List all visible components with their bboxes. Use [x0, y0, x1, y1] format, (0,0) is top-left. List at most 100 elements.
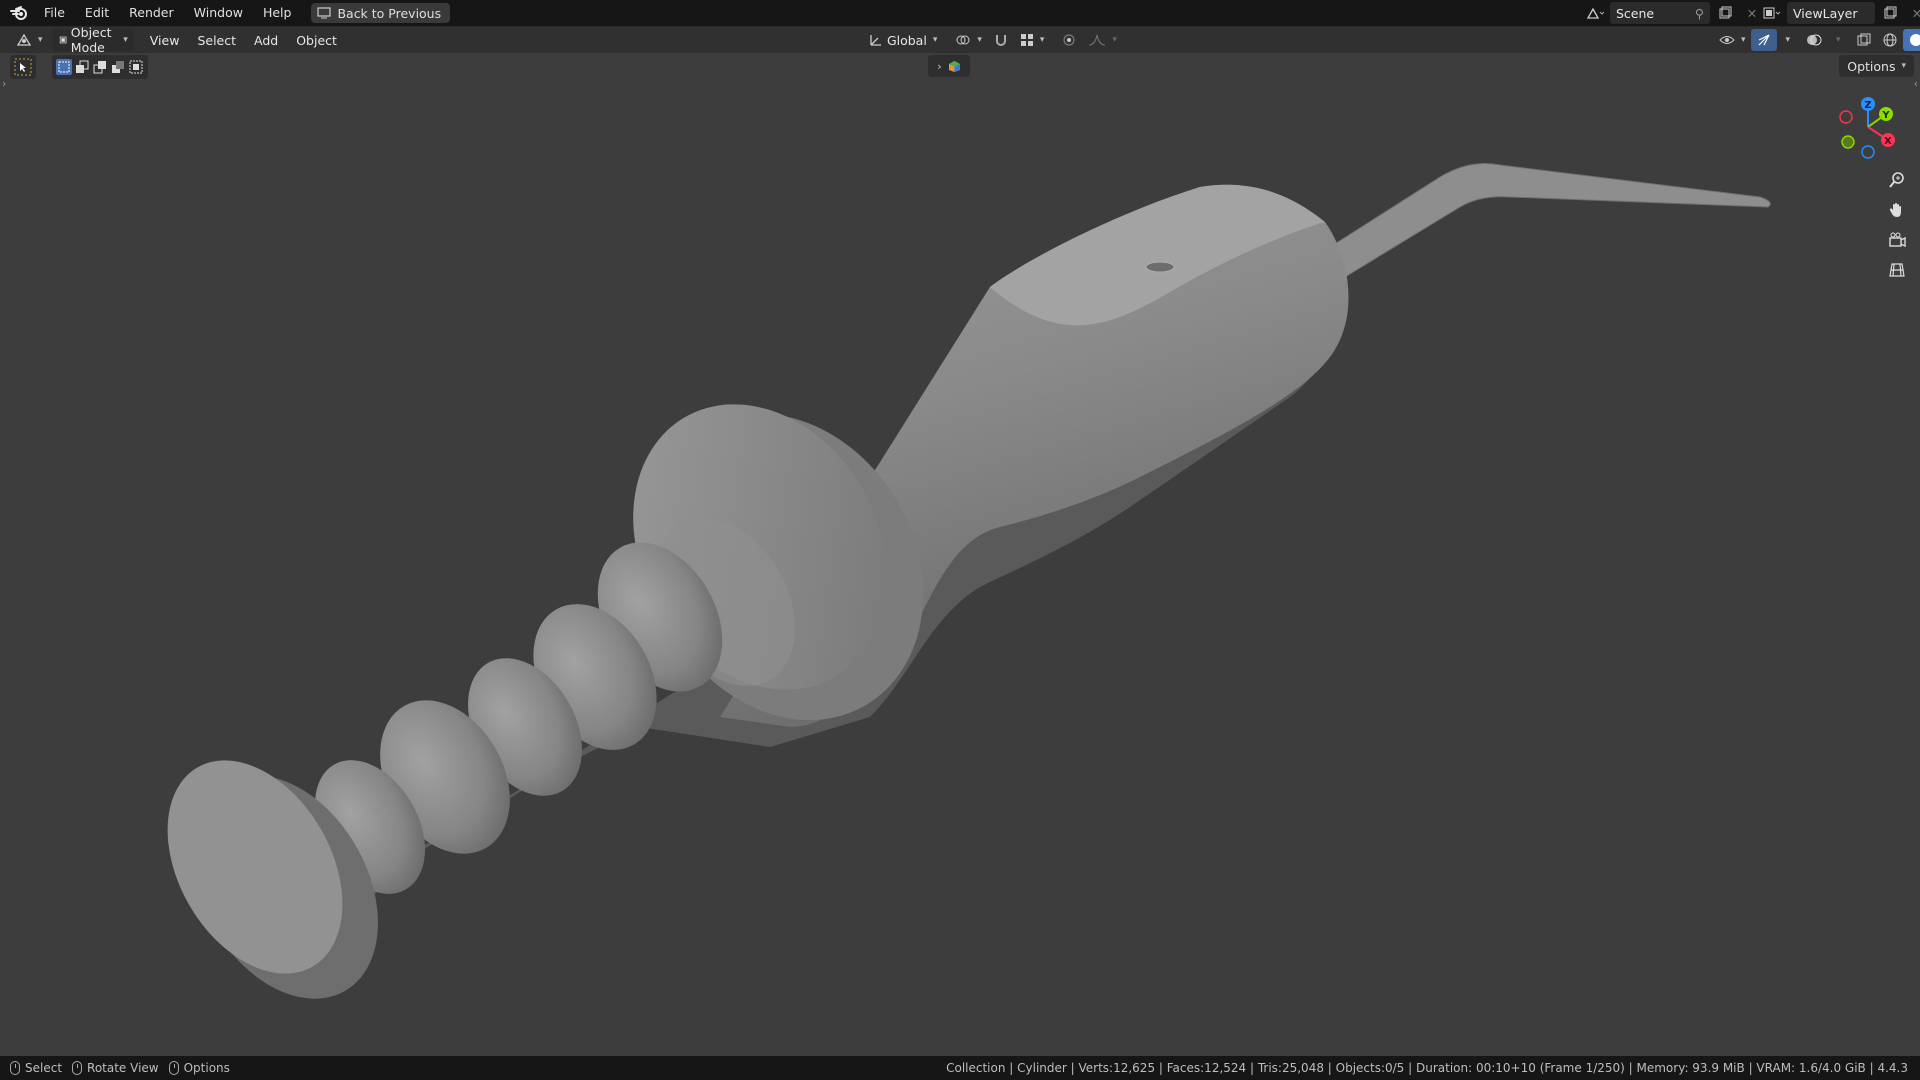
status-bar: Select Rotate View Options Collection | … — [0, 1056, 1920, 1080]
select-invert-icon[interactable] — [110, 59, 126, 75]
select-new-icon[interactable] — [56, 59, 72, 75]
model-rod — [1329, 163, 1771, 278]
model-hole — [1145, 261, 1175, 273]
menu-add[interactable]: Add — [248, 29, 284, 51]
viewport-canvas[interactable] — [0, 27, 1920, 1057]
blender-logo-icon[interactable] — [4, 0, 34, 26]
options-dropdown[interactable]: Options ▾ — [1839, 55, 1914, 77]
active-tool-button[interactable] — [10, 55, 36, 79]
menu-edit[interactable]: Edit — [75, 0, 119, 26]
select-subtract-icon[interactable] — [92, 59, 108, 75]
new-view-layer-icon[interactable] — [1878, 2, 1902, 24]
scene-browse-icon[interactable] — [1583, 2, 1607, 24]
gizmo-dropdown[interactable]: ▾ — [1777, 29, 1796, 51]
mouse-left-icon — [10, 1061, 20, 1075]
snap-grid-icon — [1020, 34, 1033, 46]
snap-toggle[interactable] — [988, 29, 1014, 51]
collapsed-header-toggle[interactable]: › — [928, 55, 970, 77]
gizmo-neg-x — [1839, 110, 1853, 124]
menu-object[interactable]: Object — [290, 29, 343, 51]
menu-help[interactable]: Help — [253, 0, 302, 26]
back-to-previous-button[interactable]: Back to Previous — [311, 3, 451, 23]
orientation-icon — [870, 35, 881, 46]
falloff-curve-icon — [1089, 34, 1106, 46]
menu-render[interactable]: Render — [119, 0, 184, 26]
3d-viewport[interactable]: ▾ Object Mode ▾ View Select Add Object G… — [0, 25, 1920, 1057]
object-mode-label: Object Mode — [70, 25, 112, 55]
object-mode-dropdown[interactable]: Object Mode ▾ — [52, 25, 134, 55]
menu-window[interactable]: Window — [184, 0, 253, 26]
hand-icon — [1889, 203, 1901, 217]
gizmo-neg-y — [1841, 135, 1855, 149]
view-layer-name: ViewLayer — [1793, 5, 1858, 21]
new-scene-icon[interactable] — [1713, 2, 1737, 24]
object-visibility-dropdown[interactable]: ▾ — [1713, 29, 1752, 51]
scene-statistics: Collection | Cylinder | Verts:12,625 | F… — [946, 1061, 1908, 1075]
grid-perspective-icon — [1889, 263, 1905, 277]
navigation-gizmo[interactable]: Z Y X — [1830, 92, 1910, 162]
gizmo-x-label: X — [1884, 136, 1892, 147]
select-extend-icon[interactable] — [74, 59, 90, 75]
solid-shading-button[interactable] — [1902, 29, 1920, 51]
viewport-editor-icon — [16, 33, 32, 46]
pan-view-button[interactable] — [1884, 197, 1910, 223]
chevron-right-icon: › — [937, 59, 942, 73]
menu-view[interactable]: View — [144, 29, 186, 51]
status-hint-options: Options — [168, 1061, 230, 1075]
menu-select[interactable]: Select — [191, 29, 242, 51]
gizmo-y-label: Y — [1881, 110, 1890, 121]
proportional-edit-toggle[interactable] — [1056, 29, 1082, 51]
falloff-dropdown[interactable]: ▾ — [1082, 29, 1123, 51]
overlays-dropdown[interactable]: ▾ — [1828, 29, 1847, 51]
orientation-label: Global — [886, 32, 927, 48]
menu-file[interactable]: File — [34, 0, 75, 26]
screen-icon — [317, 7, 332, 19]
selection-mode-group — [52, 55, 148, 79]
scene-name-field[interactable]: Scene ⚲ — [1610, 2, 1710, 24]
mouse-middle-icon — [72, 1061, 83, 1075]
wireframe-shading-button[interactable] — [1877, 29, 1903, 51]
select-intersect-icon[interactable] — [128, 59, 144, 75]
transform-orientation-dropdown[interactable]: Global ▾ — [863, 29, 943, 51]
overlays-icon — [1807, 34, 1822, 46]
gizmo-icon — [1759, 34, 1771, 46]
view-layer-browse-icon[interactable] — [1760, 2, 1784, 24]
eye-icon — [1719, 36, 1735, 44]
gizmo-toggle[interactable] — [1751, 29, 1778, 51]
viewport-header: ▾ Object Mode ▾ View Select Add Object G… — [0, 25, 1920, 55]
options-label: Options — [1847, 58, 1896, 74]
camera-icon — [1889, 232, 1906, 248]
zoom-view-button[interactable] — [1884, 167, 1910, 193]
overlays-toggle[interactable] — [1800, 29, 1828, 51]
gizmo-neg-z — [1861, 145, 1875, 159]
pivot-point-dropdown[interactable]: ▾ — [949, 29, 988, 51]
wireframe-sphere-icon — [1883, 33, 1897, 47]
camera-view-button[interactable] — [1884, 227, 1910, 253]
object-data-icon — [948, 60, 960, 72]
tool-settings-row — [10, 55, 148, 79]
xray-icon — [1857, 33, 1871, 46]
pivot-icon — [956, 35, 970, 45]
status-hint-rotate-label: Rotate View — [87, 1061, 159, 1075]
toggle-projection-button[interactable] — [1884, 257, 1910, 283]
scene-selector: Scene ⚲ ✕ — [1583, 2, 1764, 24]
editor-type-button[interactable]: ▾ — [10, 29, 49, 51]
status-hint-select-label: Select — [25, 1061, 63, 1075]
view-layer-name-field[interactable]: ViewLayer — [1787, 2, 1875, 24]
status-hint-rotate: Rotate View — [72, 1061, 159, 1075]
zoom-icon — [1889, 172, 1904, 188]
delete-view-layer-icon[interactable]: ✕ — [1905, 2, 1920, 24]
snap-target-dropdown[interactable]: ▾ — [1014, 29, 1051, 51]
back-to-previous-label: Back to Previous — [337, 5, 442, 21]
object-mode-icon — [59, 36, 66, 44]
mouse-right-icon — [168, 1061, 179, 1075]
toolbar-toggle-icon[interactable]: › — [2, 77, 6, 90]
select-tool-icon — [14, 58, 32, 76]
pin-icon[interactable]: ⚲ — [1695, 6, 1704, 21]
solid-sphere-icon — [1909, 34, 1920, 46]
xray-toggle[interactable] — [1851, 29, 1877, 51]
gizmo-z-label: Z — [1864, 100, 1871, 111]
proportional-edit-icon — [1063, 34, 1075, 46]
top-menu-bar: File Edit Render Window Help Back to Pre… — [0, 0, 1920, 26]
sidebar-toggle-icon[interactable]: ‹ — [1914, 77, 1918, 90]
